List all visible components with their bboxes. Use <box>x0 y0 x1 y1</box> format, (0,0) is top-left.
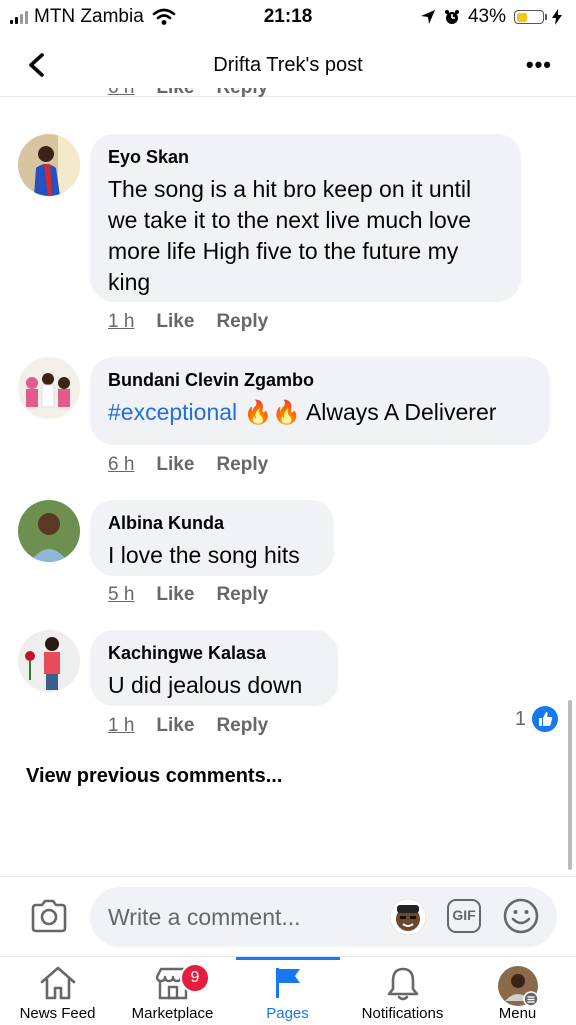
comment-bubble: Albina Kunda I love the song hits <box>90 500 334 576</box>
view-previous-comments-link[interactable]: View previous comments... <box>26 765 282 788</box>
reply-button[interactable]: Reply <box>216 311 268 333</box>
tab-label: Notifications <box>361 1005 444 1022</box>
comment-placeholder: Write a comment... <box>108 904 301 930</box>
status-right-group: 43% <box>420 6 562 28</box>
camera-icon[interactable] <box>30 899 68 933</box>
tab-label: Pages <box>266 1005 309 1022</box>
like-button[interactable]: Like <box>156 454 194 476</box>
reply-button[interactable]: Reply <box>216 88 268 100</box>
emoji-icon[interactable] <box>502 897 540 935</box>
avatar-sticker-icon[interactable] <box>390 899 426 935</box>
comment-text: #exceptional 🔥🔥 Always A Deliverer <box>108 397 532 428</box>
comment-text: The song is a hit bro keep on it until w… <box>108 176 472 295</box>
comment-author[interactable]: Eyo Skan <box>108 147 503 168</box>
tab-news-feed[interactable]: News Feed <box>0 957 115 1025</box>
gif-button[interactable]: GIF <box>447 899 481 933</box>
like-button[interactable]: Like <box>156 311 194 333</box>
tab-label: Marketplace <box>131 1005 214 1022</box>
comment-bubble: Bundani Clevin Zgambo #exceptional 🔥🔥 Al… <box>90 357 550 445</box>
flag-icon <box>275 968 300 998</box>
home-icon <box>40 966 75 1000</box>
avatar[interactable] <box>18 500 80 562</box>
comment-author[interactable]: Bundani Clevin Zgambo <box>108 370 532 391</box>
like-button[interactable]: Like <box>156 715 194 737</box>
like-button[interactable]: Like <box>156 584 194 606</box>
comment-time[interactable]: 5 h <box>108 584 134 606</box>
location-icon <box>420 10 435 24</box>
comment-actions: 5 h Like Reply <box>108 584 268 606</box>
comment-time[interactable]: 6 h <box>108 88 134 100</box>
avatar[interactable] <box>18 134 80 196</box>
comment-composer: Write a comment... GIF <box>0 876 576 957</box>
tab-marketplace[interactable]: Marketplace <box>115 957 230 1025</box>
comment-actions: 1 h Like Reply <box>108 311 268 333</box>
comment-text: I love the song hits <box>108 542 300 568</box>
thumbs-up-icon <box>532 706 558 732</box>
reaction-count[interactable]: 1 <box>515 706 558 732</box>
avatar[interactable] <box>18 357 80 419</box>
like-button[interactable]: Like <box>156 88 194 100</box>
comment-author[interactable]: Albina Kunda <box>108 513 316 534</box>
bell-icon <box>387 967 418 1001</box>
tab-pages[interactable]: Pages <box>230 957 345 1025</box>
bottom-tab-bar: News Feed Marketplace 9 Pages Notificati… <box>0 956 576 1025</box>
page-title: Drifta Trek's post <box>213 54 363 76</box>
comment-actions: 6 h Like Reply <box>108 454 268 476</box>
partial-comment-actions: 6 h Like Reply <box>108 88 268 100</box>
profile-avatar <box>497 966 539 1007</box>
comment-text: U did jealous down <box>108 672 303 698</box>
like-count: 1 <box>514 707 526 730</box>
tab-menu[interactable]: Menu <box>460 957 575 1025</box>
scrollbar[interactable] <box>568 700 572 870</box>
reply-button[interactable]: Reply <box>216 584 268 606</box>
comment-input[interactable]: Write a comment... GIF <box>90 887 557 947</box>
tab-notifications[interactable]: Notifications <box>345 957 460 1025</box>
fire-emoji: 🔥🔥 <box>243 399 301 425</box>
comment-bubble: Kachingwe Kalasa U did jealous down <box>90 630 338 706</box>
battery-percent: 43% <box>467 6 506 27</box>
comment-author[interactable]: Kachingwe Kalasa <box>108 643 320 664</box>
more-options-icon[interactable]: ••• <box>526 52 552 78</box>
battery-icon <box>514 10 547 24</box>
comment-time[interactable]: 6 h <box>108 454 134 476</box>
charging-icon <box>552 9 562 25</box>
alarm-icon <box>444 10 459 24</box>
hashtag-link[interactable]: #exceptional <box>108 399 237 425</box>
tab-label: News Feed <box>19 1005 96 1022</box>
avatar[interactable] <box>18 630 80 692</box>
status-bar: MTN Zambia 21:18 43% <box>0 0 576 34</box>
post-header: Drifta Trek's post ••• <box>0 34 576 97</box>
comment-bubble: Eyo Skan The song is a hit bro keep on i… <box>90 134 521 302</box>
comment-time[interactable]: 1 h <box>108 715 134 737</box>
comment-body: Always A Deliverer <box>305 399 497 425</box>
reply-button[interactable]: Reply <box>216 454 268 476</box>
comment-actions: 1 h Like Reply <box>108 715 268 737</box>
tab-label: Menu <box>498 1005 537 1022</box>
comment-time[interactable]: 1 h <box>108 311 134 333</box>
notification-badge: 9 <box>180 963 210 993</box>
reply-button[interactable]: Reply <box>216 715 268 737</box>
